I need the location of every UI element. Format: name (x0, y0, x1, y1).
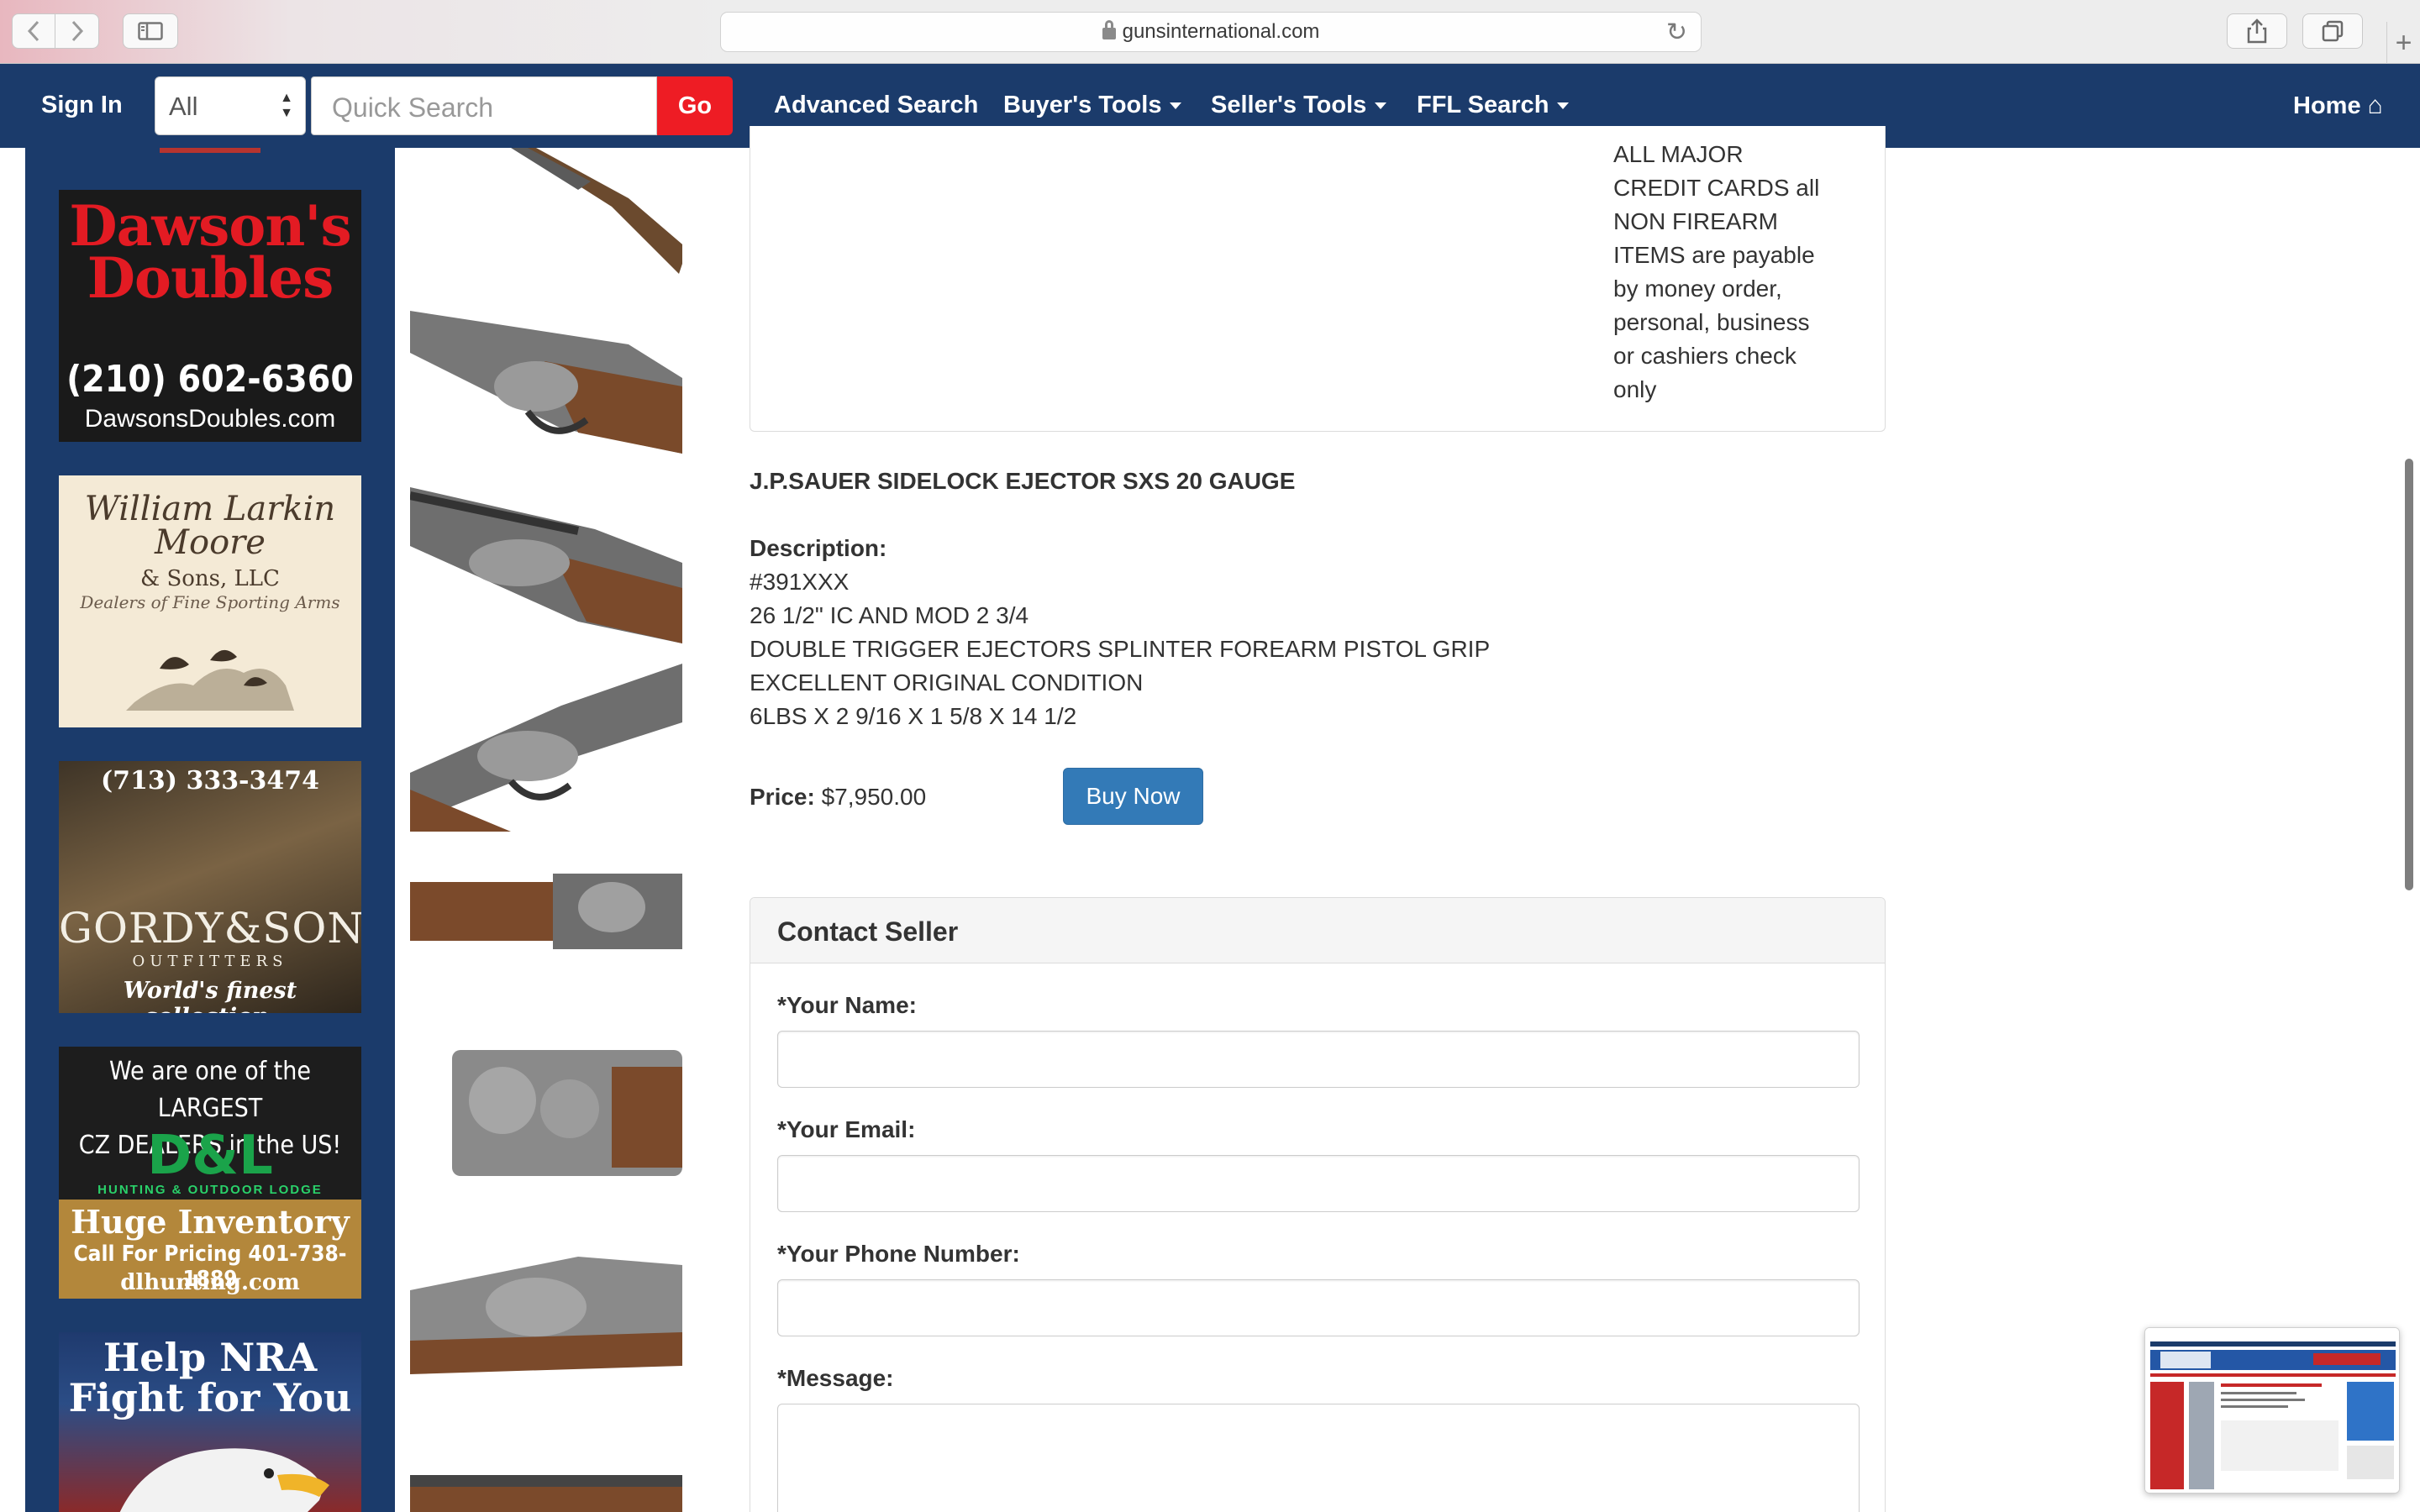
gun-thumbnail[interactable] (410, 148, 682, 282)
category-selected-value: All (169, 92, 198, 121)
ad-nra-title: Help NRA Fight for You (68, 1335, 352, 1420)
gun-thumbnail[interactable] (410, 655, 682, 832)
message-label: *Message: (777, 1365, 894, 1391)
ad-gordy-phone: (713) 333-3474 (100, 766, 320, 795)
history-buttons (12, 13, 99, 49)
name-input[interactable] (777, 1031, 1860, 1088)
buyers-tools-label: Buyer's Tools (1003, 92, 1162, 118)
name-label: *Your Name: (777, 992, 917, 1018)
ad-dawson-phone: (210) 602-6360 (66, 358, 354, 401)
contact-seller-panel: Contact Seller *Your Name: *Your Email: … (750, 897, 1886, 1512)
select-arrows-icon: ▲ ▼ (280, 91, 293, 120)
buyers-tools-menu[interactable]: Buyer's Tools (1003, 92, 1182, 119)
ad-dawsons-doubles[interactable]: Dawson's Doubles (210) 602-6360 DawsonsD… (59, 190, 361, 442)
payment-terms-text: ALL MAJOR CREDIT CARDS all NON FIREARM I… (1613, 141, 1820, 402)
chevron-right-icon (71, 20, 83, 42)
ad-moore-subtitle: & Sons, LLC (140, 566, 280, 591)
phone-input[interactable] (777, 1279, 1860, 1336)
ffl-search-label: FFL Search (1417, 92, 1549, 118)
category-select[interactable]: All ▲ ▼ (155, 76, 306, 135)
ad-moore-tagline: Dealers of Fine Sporting Arms (80, 592, 340, 612)
ad-dawson-site: DawsonsDoubles.com (84, 405, 336, 433)
sidebar-toggle-button[interactable] (123, 13, 178, 49)
gun-thumbnail[interactable] (410, 1458, 682, 1512)
caret-down-icon (1557, 102, 1570, 109)
price-value: $7,950.00 (821, 784, 927, 810)
ad-fragment (160, 148, 260, 153)
go-button[interactable]: Go (657, 76, 733, 135)
contact-seller-header: Contact Seller (750, 898, 1885, 963)
phone-label: *Your Phone Number: (777, 1241, 1020, 1267)
forward-button[interactable] (55, 13, 99, 49)
address-bar[interactable]: gunsinternational.com ↻ (720, 12, 1702, 52)
gun-thumbnail[interactable] (410, 470, 682, 643)
tabs-overview-button[interactable] (2302, 13, 2363, 49)
home-link[interactable]: Home ⌂ (2293, 92, 2383, 120)
description-line: DOUBLE TRIGGER EJECTORS SPLINTER FOREARM… (750, 636, 1491, 662)
ffl-search-menu[interactable]: FFL Search (1417, 92, 1570, 119)
page-preview-icon (2145, 1328, 2399, 1493)
description-label: Description: (750, 535, 887, 561)
sign-in-link[interactable]: Sign In (41, 92, 123, 119)
price-label: Price: (750, 784, 815, 810)
chevron-left-icon (27, 20, 39, 42)
back-button[interactable] (12, 13, 55, 49)
ad-dawson-title: Dawson's Doubles (69, 193, 351, 311)
caret-down-icon (1170, 102, 1182, 109)
ad-gordy-brand: GORDY&SONS (59, 904, 361, 953)
ducks-illustration-icon (126, 649, 294, 711)
ad-nra[interactable]: Help NRA Fight for You (59, 1332, 361, 1512)
gun-thumbnail[interactable] (410, 1240, 682, 1391)
description-line: 6LBS X 2 9/16 X 1 5/8 X 14 1/2 (750, 703, 1077, 729)
caret-down-icon (1375, 102, 1387, 109)
gun-thumbnail[interactable] (410, 286, 682, 454)
ad-dl-huge: Huge Inventory (71, 1203, 350, 1241)
quick-search-input[interactable]: Quick Search (311, 76, 657, 135)
sellers-tools-label: Seller's Tools (1211, 92, 1367, 118)
new-tab-button[interactable]: + (2386, 22, 2420, 64)
home-icon: ⌂ (2367, 92, 2383, 119)
gun-thumbnail[interactable] (410, 1042, 682, 1189)
tabs-icon (2322, 20, 2344, 42)
buy-now-button[interactable]: Buy Now (1063, 768, 1203, 825)
lock-icon (1102, 20, 1116, 39)
advanced-search-link[interactable]: Advanced Search (774, 92, 978, 119)
ad-moore-title: William Larkin Moore (84, 490, 336, 562)
ad-gordy-sub: OUTFITTERS (132, 953, 288, 970)
reload-icon[interactable]: ↻ (1666, 18, 1687, 47)
email-label: *Your Email: (777, 1116, 916, 1142)
ad-dl-lodge: HUNTING & OUTDOOR LODGE (97, 1183, 323, 1197)
description-line: EXCELLENT ORIGINAL CONDITION (750, 669, 1144, 696)
email-input[interactable] (777, 1155, 1860, 1212)
home-label: Home (2293, 92, 2361, 119)
description-line: #391XXX (750, 569, 850, 595)
page-preview-thumbnail[interactable] (2144, 1327, 2400, 1494)
sellers-tools-menu[interactable]: Seller's Tools (1211, 92, 1387, 119)
description-line: 26 1/2" IC AND MOD 2 3/4 (750, 602, 1029, 628)
share-button[interactable] (2227, 13, 2287, 49)
thumbnail-gallery (410, 148, 682, 1512)
page-scrollbar[interactable] (2405, 459, 2413, 890)
message-textarea[interactable] (777, 1404, 1860, 1512)
ad-william-larkin-moore[interactable]: William Larkin Moore & Sons, LLC Dealers… (59, 475, 361, 727)
ad-gordy-tagline: World's finest collection. (123, 978, 297, 1013)
gun-thumbnail[interactable] (410, 848, 682, 971)
ad-dl-url: dlhunting.com (120, 1270, 300, 1295)
eagle-icon (119, 1448, 329, 1512)
url-text: gunsinternational.com (1122, 20, 1320, 43)
ad-dl-line1: We are one of the LARGEST (109, 1057, 311, 1123)
ad-sidebar: Dawson's Doubles (210) 602-6360 DawsonsD… (25, 148, 395, 1512)
share-icon (2247, 18, 2267, 44)
ad-gordy-and-sons[interactable]: (713) 333-3474 GORDY&SONS OUTFITTERS Wor… (59, 761, 361, 1013)
browser-toolbar: gunsinternational.com ↻ + (0, 0, 2420, 64)
ad-dl-hunting[interactable]: We are one of the LARGEST CZ DEALERS in t… (59, 1047, 361, 1299)
listing-title: J.P.SAUER SIDELOCK EJECTOR SXS 20 GAUGE (750, 468, 1296, 494)
price: Price: $7,950.00 (750, 784, 926, 811)
sidebar-icon (138, 22, 163, 40)
contact-seller-title: Contact Seller (777, 916, 959, 947)
ad-dl-logo: D&L (147, 1125, 273, 1187)
